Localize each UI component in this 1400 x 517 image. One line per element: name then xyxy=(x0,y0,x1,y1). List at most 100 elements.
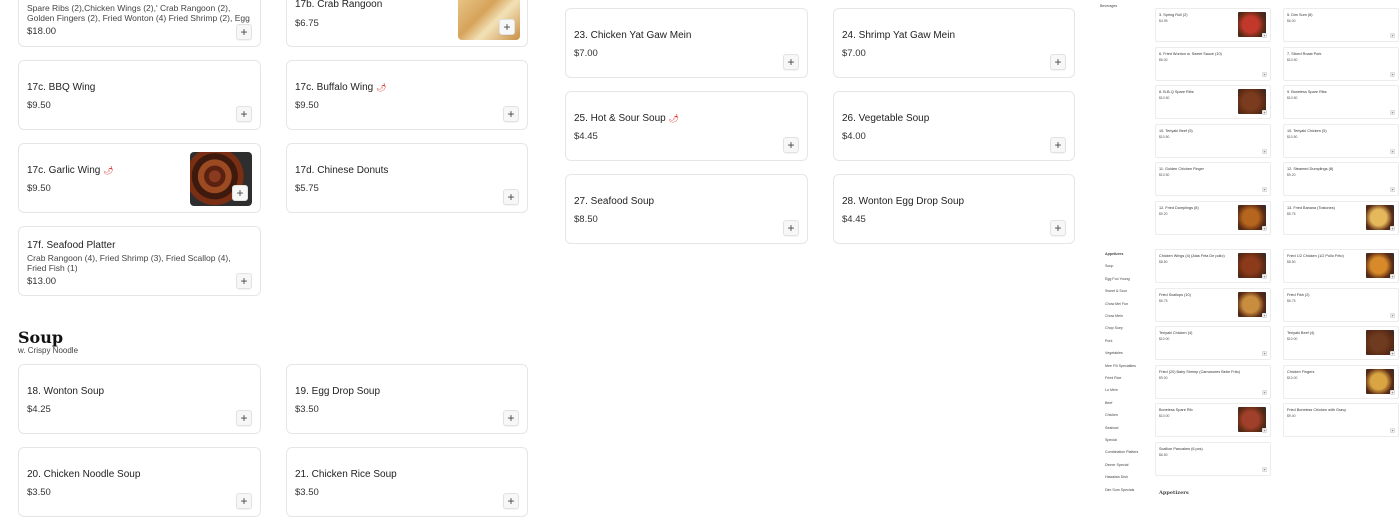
overview-nav-item[interactable]: Chop Suey xyxy=(1105,326,1123,330)
overview-item-card[interactable]: Teriyaki Beef (4) $10.00 + xyxy=(1283,326,1399,360)
overview-add-button[interactable]: + xyxy=(1262,389,1267,395)
overview-add-button[interactable]: + xyxy=(1262,110,1267,115)
overview-add-button[interactable]: + xyxy=(1262,351,1267,356)
overview-add-button[interactable]: + xyxy=(1262,312,1267,318)
overview-item-card[interactable]: Scallion Pancakes (6 pcs) $6.50 + xyxy=(1155,441,1271,476)
overview-item-card[interactable]: Fried Scallops (10) $6.75 + xyxy=(1155,287,1271,322)
overview-add-button[interactable]: + xyxy=(1390,148,1395,154)
add-to-cart-button[interactable]: + xyxy=(499,19,515,35)
overview-item-card[interactable]: 6. Fried Wonton w. Sweet Sauce (10) $6.00… xyxy=(1155,46,1271,81)
overview-nav-item[interactable]: Dim Sum Specials xyxy=(1105,488,1134,492)
menu-item-card[interactable]: 17f. Seafood Platter Crab Rangoon (4), F… xyxy=(18,226,261,296)
overview-nav-item[interactable]: Combination Platters xyxy=(1105,450,1138,454)
overview-item-card[interactable]: 11. Golden Chicken Finger $10.50 + xyxy=(1155,162,1271,196)
overview-item-card[interactable]: 12. Fried Dumplings (8) $9.20 + xyxy=(1155,200,1271,235)
overview-add-button[interactable]: + xyxy=(1262,274,1267,279)
overview-nav-item[interactable]: Appetizers xyxy=(1105,252,1123,256)
add-to-cart-button[interactable]: + xyxy=(1050,220,1066,236)
add-to-cart-button[interactable]: + xyxy=(503,189,519,205)
overview-add-button[interactable]: + xyxy=(1390,187,1395,192)
overview-item-card[interactable]: 8. B-B-Q Spare Ribs $10.50 + xyxy=(1155,85,1271,119)
overview-item-card[interactable]: Fried (20) Baby Shrimp (Camarones Bebe F… xyxy=(1155,364,1271,399)
overview-nav-item[interactable]: Chow Mein xyxy=(1105,314,1123,318)
menu-item-card[interactable]: 19. Egg Drop Soup $3.50 + xyxy=(286,364,528,434)
overview-add-button[interactable]: + xyxy=(1390,312,1395,318)
menu-item-card[interactable]: 17c. Garlic Wing 🌶︎ $9.50 + xyxy=(18,143,261,213)
menu-item-card[interactable]: 18. Wonton Soup $4.25 + xyxy=(18,364,261,434)
menu-item-card[interactable]: Spare Ribs (2),Chicken Wings (2),' Crab … xyxy=(18,0,261,47)
overview-add-button[interactable]: + xyxy=(1390,351,1395,356)
overview-add-button[interactable]: + xyxy=(1390,428,1395,433)
overview-item-card[interactable]: 9. Boneless Spare Ribs $10.50 + xyxy=(1283,85,1399,119)
overview-item-card[interactable]: 12. Steamed Dumplings (8) $9.20 + xyxy=(1283,162,1399,196)
menu-item-card[interactable]: 17c. Buffalo Wing 🌶︎ $9.50 + xyxy=(286,60,528,130)
add-to-cart-button[interactable]: + xyxy=(783,137,799,153)
overview-add-button[interactable]: + xyxy=(1262,187,1267,192)
overview-item-card[interactable]: 10. Teriyaki Chicken (5) $10.50 + xyxy=(1283,123,1399,158)
add-to-cart-button[interactable]: + xyxy=(783,54,799,70)
overview-nav-item[interactable]: Special xyxy=(1105,438,1117,442)
overview-add-button[interactable]: + xyxy=(1390,389,1395,395)
menu-item-card[interactable]: 21. Chicken Rice Soup $3.50 + xyxy=(286,447,528,517)
overview-add-button[interactable]: + xyxy=(1262,466,1267,472)
overview-nav-item[interactable]: Mee Fill Specialties xyxy=(1105,364,1136,368)
add-to-cart-button[interactable]: + xyxy=(1050,137,1066,153)
overview-nav-item[interactable]: Fried Rice xyxy=(1105,376,1121,380)
overview-nav-item[interactable]: Vegetables xyxy=(1105,351,1123,355)
overview-nav-item[interactable]: Pork xyxy=(1105,339,1112,343)
overview-item-card[interactable]: Boneless Spare Rib $10.00 + xyxy=(1155,403,1271,437)
overview-item-card[interactable]: 7. Sliced Roast Pork $10.50 + xyxy=(1283,46,1399,81)
overview-nav-item[interactable]: Sweet & Sour xyxy=(1105,289,1127,293)
overview-nav-item[interactable]: Seafood xyxy=(1105,426,1118,430)
overview-add-button[interactable]: + xyxy=(1390,71,1395,77)
add-to-cart-button[interactable]: + xyxy=(236,273,252,289)
menu-item-card[interactable]: 26. Vegetable Soup $4.00 + xyxy=(833,91,1075,161)
overview-item-card[interactable]: Teriyaki Chicken (4) $10.00 + xyxy=(1155,326,1271,360)
overview-add-button[interactable]: + xyxy=(1262,148,1267,154)
overview-nav-item[interactable]: Dinner Special xyxy=(1105,463,1128,467)
overview-nav-item[interactable]: Egg Foo Young xyxy=(1105,277,1130,281)
add-to-cart-button[interactable]: + xyxy=(503,493,519,509)
menu-item-card[interactable]: 17b. Crab Rangoon $6.75 + xyxy=(286,0,528,47)
add-to-cart-button[interactable]: + xyxy=(503,410,519,426)
overview-nav-item[interactable]: Beef xyxy=(1105,401,1112,405)
overview-nav-item[interactable]: Soup xyxy=(1105,264,1113,268)
overview-add-button[interactable]: + xyxy=(1262,33,1267,38)
overview-add-button[interactable]: + xyxy=(1262,428,1267,433)
overview-nav-item[interactable]: Hawaiian Dish xyxy=(1105,475,1128,479)
overview-add-button[interactable]: + xyxy=(1390,225,1395,231)
add-to-cart-button[interactable]: + xyxy=(236,410,252,426)
overview-item-card[interactable]: 13. Fried Banana (Tostones) $5.75 + xyxy=(1283,200,1399,235)
add-to-cart-button[interactable]: + xyxy=(236,106,252,122)
add-to-cart-button[interactable]: + xyxy=(232,185,248,201)
overview-item-card[interactable]: 3. Spring Roll (2) $4.95 + xyxy=(1155,8,1271,42)
menu-item-card[interactable]: 27. Seafood Soup $8.50 + xyxy=(565,174,808,244)
overview-add-button[interactable]: + xyxy=(1262,225,1267,231)
overview-add-button[interactable]: + xyxy=(1390,274,1395,279)
overview-nav-item[interactable]: Chicken xyxy=(1105,413,1118,417)
overview-item-card[interactable]: Chicken Wings (4) (Alas Frita De pollo) $… xyxy=(1155,249,1271,283)
menu-item-card[interactable]: 25. Hot & Sour Soup 🌶︎ $4.45 + xyxy=(565,91,808,161)
add-to-cart-button[interactable]: + xyxy=(783,220,799,236)
add-to-cart-button[interactable]: + xyxy=(1050,54,1066,70)
menu-item-card[interactable]: 17c. BBQ Wing $9.50 + xyxy=(18,60,261,130)
overview-item-card[interactable]: 10. Teriyaki Beef (5) $10.50 + xyxy=(1155,123,1271,158)
menu-item-card[interactable]: 17d. Chinese Donuts $5.75 + xyxy=(286,143,528,213)
menu-item-card[interactable]: 23. Chicken Yat Gaw Mein $7.00 + xyxy=(565,8,808,78)
overview-add-button[interactable]: + xyxy=(1262,71,1267,77)
overview-item-card[interactable]: 5. Dim Sum (8) $6.00 + xyxy=(1283,8,1399,42)
menu-item-card[interactable]: 24. Shrimp Yat Gaw Mein $7.00 + xyxy=(833,8,1075,78)
add-to-cart-button[interactable]: + xyxy=(236,24,252,40)
overview-nav-item[interactable]: Lo Mein xyxy=(1105,388,1118,392)
overview-item-card[interactable]: Chicken Fingers $10.00 + xyxy=(1283,364,1399,399)
add-to-cart-button[interactable]: + xyxy=(236,493,252,509)
add-to-cart-button[interactable]: + xyxy=(503,106,519,122)
overview-nav-item[interactable]: Chow Mei Fun xyxy=(1105,302,1128,306)
overview-add-button[interactable]: + xyxy=(1390,33,1395,38)
overview-item-card[interactable]: Fried Fish (2) $6.75 + xyxy=(1283,287,1399,322)
menu-item-card[interactable]: 28. Wonton Egg Drop Soup $4.45 + xyxy=(833,174,1075,244)
overview-item-card[interactable]: Fried Boneless Chicken with Gravy $9.40 + xyxy=(1283,403,1399,437)
overview-add-button[interactable]: + xyxy=(1390,110,1395,115)
menu-item-card[interactable]: 20. Chicken Noodle Soup $3.50 + xyxy=(18,447,261,517)
overview-item-card[interactable]: Fried 1/2 Chicken (1/2 Pollo Frito) $8.50… xyxy=(1283,249,1399,283)
